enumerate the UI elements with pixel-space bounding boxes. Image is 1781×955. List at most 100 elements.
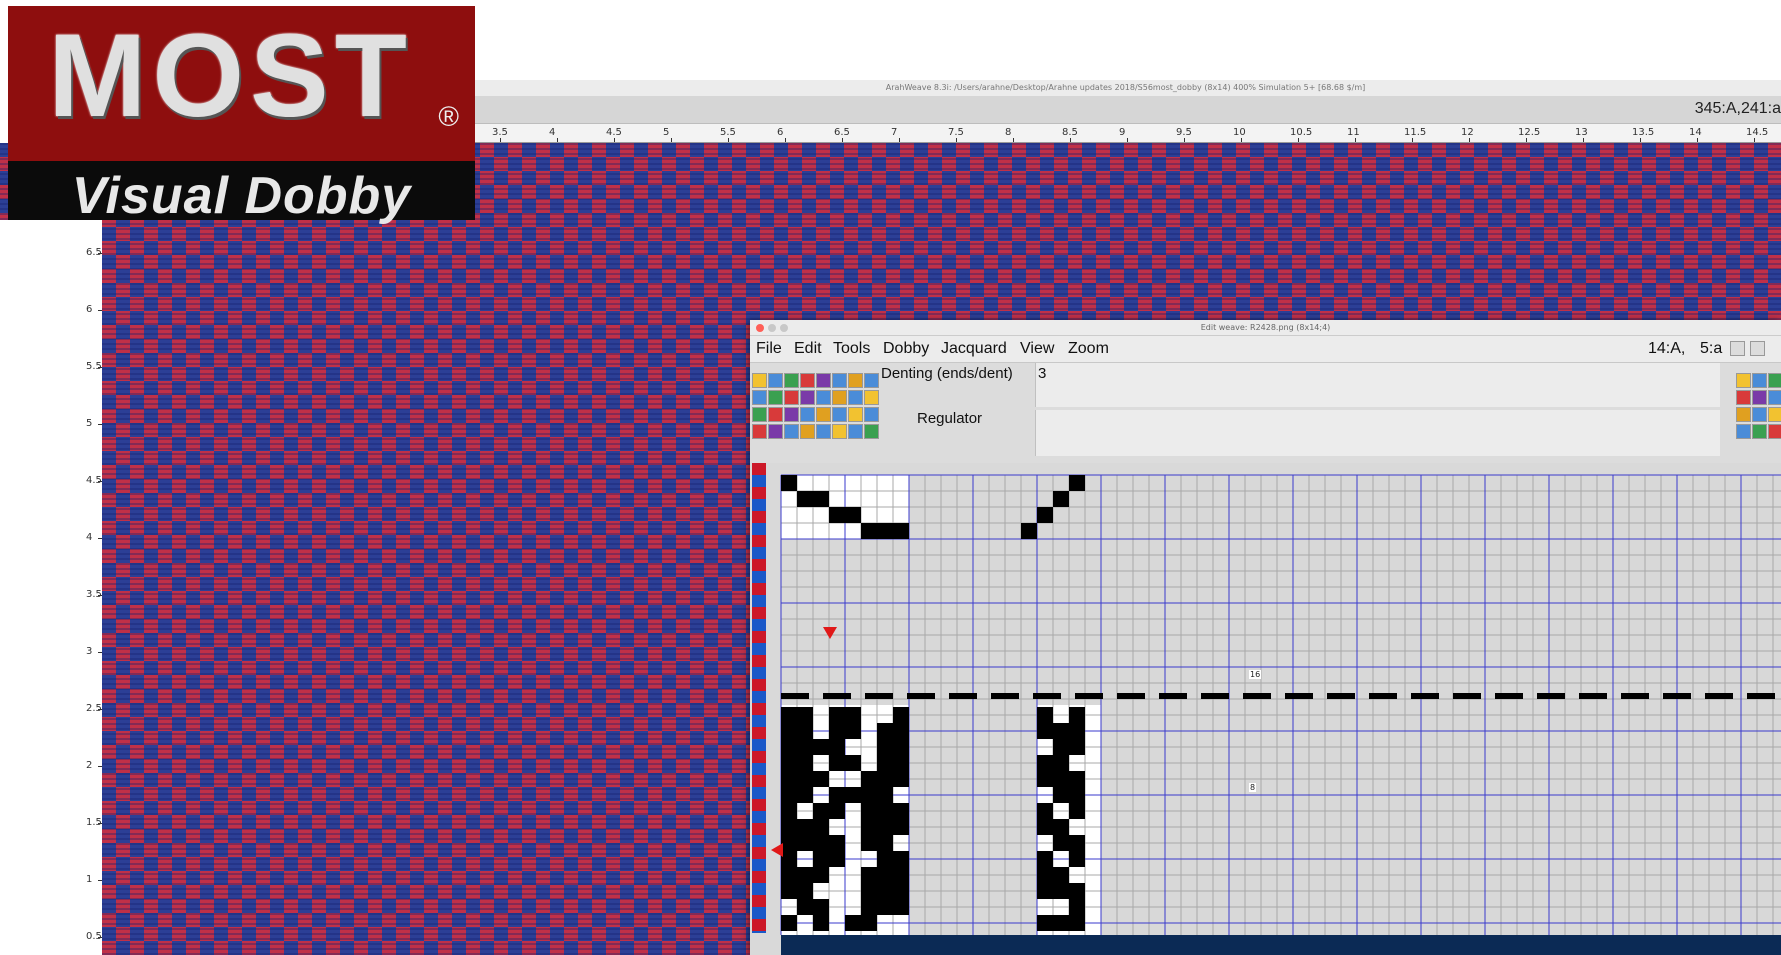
- h-ruler-tick: [557, 138, 558, 142]
- menu-dobby[interactable]: Dobby: [883, 340, 929, 358]
- vertical-ruler: 6.5 6 5.5 5 4.5 4 3.5 3 2.5 2 1.5 1 0.5: [0, 220, 102, 955]
- logo-subtitle: Visual Dobby: [71, 167, 412, 225]
- peg-cell: [845, 787, 861, 803]
- peg-cell: [797, 867, 813, 883]
- tool-button-icon[interactable]: [816, 407, 831, 422]
- tool-button-icon[interactable]: [848, 424, 863, 439]
- tool-button-icon[interactable]: [816, 390, 831, 405]
- separator-dash: [1159, 693, 1187, 699]
- peg-cell: [781, 723, 797, 739]
- tool-button-icon[interactable]: [848, 390, 863, 405]
- tool-button-icon[interactable]: [832, 373, 847, 388]
- threading-cell: [813, 491, 829, 507]
- edit-weave-window[interactable]: Edit weave: R2428.png (8x14;4) File Edit…: [750, 320, 1781, 955]
- red-triangle-left: [771, 843, 783, 857]
- tool-button-icon[interactable]: [832, 424, 847, 439]
- tool-button-icon[interactable]: [800, 390, 815, 405]
- denting-label: Denting (ends/dent): [881, 365, 1013, 382]
- tool-button-icon[interactable]: [864, 424, 879, 439]
- peg-cell: [781, 755, 797, 771]
- parameter-area: Denting (ends/dent) 3 Regulator: [881, 363, 1781, 463]
- menu-zoom[interactable]: Zoom: [1068, 340, 1109, 358]
- menu-file[interactable]: File: [756, 340, 782, 358]
- tool-button-icon[interactable]: [864, 407, 879, 422]
- tool-button-icon[interactable]: [800, 373, 815, 388]
- tool-button-icon[interactable]: [784, 390, 799, 405]
- peg-cell: [877, 851, 893, 867]
- tool-button-icon[interactable]: [768, 407, 783, 422]
- menu-tools[interactable]: Tools: [833, 340, 870, 358]
- menu-edit[interactable]: Edit: [794, 340, 822, 358]
- tool-button-icon[interactable]: [784, 424, 799, 439]
- tool-button-icon[interactable]: [784, 407, 799, 422]
- peg-cell: [829, 707, 845, 723]
- tool-button-icon[interactable]: [832, 390, 847, 405]
- tool-button-icon[interactable]: [816, 424, 831, 439]
- treadling-cell: [1037, 883, 1053, 899]
- v-ruler-tick: [98, 367, 102, 368]
- menu-jacquard[interactable]: Jacquard: [941, 340, 1007, 358]
- h-ruler-label: 11: [1347, 127, 1360, 138]
- zoom-window-icon[interactable]: [780, 324, 788, 332]
- marker-8: 8: [1249, 783, 1257, 792]
- tool-button-icon[interactable]: [752, 424, 767, 439]
- h-ruler-label: 3.5: [492, 127, 508, 138]
- regulator-label: Regulator: [917, 410, 983, 427]
- peg-cell: [877, 883, 893, 899]
- treadling-cell: [1037, 707, 1053, 723]
- menu-view[interactable]: View: [1020, 340, 1054, 358]
- peg-cell: [797, 819, 813, 835]
- tool-button-icon[interactable]: [816, 373, 831, 388]
- peg-cell: [813, 739, 829, 755]
- warp-color-bar[interactable]: [781, 935, 1781, 955]
- v-ruler-tick: [98, 709, 102, 710]
- tool-button-icon[interactable]: [768, 424, 783, 439]
- peg-cell: [829, 755, 845, 771]
- h-ruler-tick: [842, 138, 843, 142]
- h-ruler-tick: [1070, 138, 1071, 142]
- tool-button-icon[interactable]: [864, 390, 879, 405]
- edit-window-title: Edit weave: R2428.png (8x14;4): [750, 320, 1781, 336]
- v-ruler-tick: [98, 880, 102, 881]
- close-window-icon[interactable]: [756, 324, 764, 332]
- threading-cell: [797, 491, 813, 507]
- weave-grid[interactable]: [750, 463, 1781, 955]
- peg-cell: [797, 707, 813, 723]
- threading-cell: [845, 507, 861, 523]
- treadling-cell: [1069, 883, 1085, 899]
- peg-cell: [829, 851, 845, 867]
- separator-dash: [1411, 693, 1439, 699]
- tool-button-icon[interactable]: [848, 407, 863, 422]
- threading-cell: [877, 523, 893, 539]
- tool-button-icon[interactable]: [800, 424, 815, 439]
- zoom-out-icon[interactable]: [1750, 341, 1765, 356]
- threading-cell: [781, 475, 797, 491]
- tool-button-icon[interactable]: [800, 407, 815, 422]
- regulator-input[interactable]: [1035, 410, 1720, 456]
- minimize-window-icon[interactable]: [768, 324, 776, 332]
- h-ruler-tick: [1526, 138, 1527, 142]
- tool-button-icon[interactable]: [864, 373, 879, 388]
- peg-cell: [861, 883, 877, 899]
- separator-dash: [781, 693, 809, 699]
- edit-status-ends: 14:A,: [1648, 340, 1686, 357]
- tool-button-icon[interactable]: [752, 407, 767, 422]
- denting-input[interactable]: [1035, 363, 1720, 407]
- tool-button-icon[interactable]: [784, 373, 799, 388]
- treadling-cell: [1069, 707, 1085, 723]
- v-ruler-tick: [98, 310, 102, 311]
- tool-button-icon[interactable]: [768, 390, 783, 405]
- tool-button-icon[interactable]: [752, 390, 767, 405]
- h-ruler-label: 7: [891, 127, 898, 138]
- weave-grid-area[interactable]: 16 8: [750, 463, 1781, 955]
- peg-cell: [813, 835, 829, 851]
- zoom-in-icon[interactable]: [1730, 341, 1745, 356]
- h-ruler-label: 4.5: [606, 127, 622, 138]
- edit-menubar: File Edit Tools Dobby Jacquard View Zoom…: [750, 336, 1781, 363]
- tool-button-icon[interactable]: [768, 373, 783, 388]
- peg-cell: [781, 835, 797, 851]
- tool-button-icon[interactable]: [832, 407, 847, 422]
- tool-button-icon[interactable]: [848, 373, 863, 388]
- tool-button-icon[interactable]: [752, 373, 767, 388]
- separator-dash: [907, 693, 935, 699]
